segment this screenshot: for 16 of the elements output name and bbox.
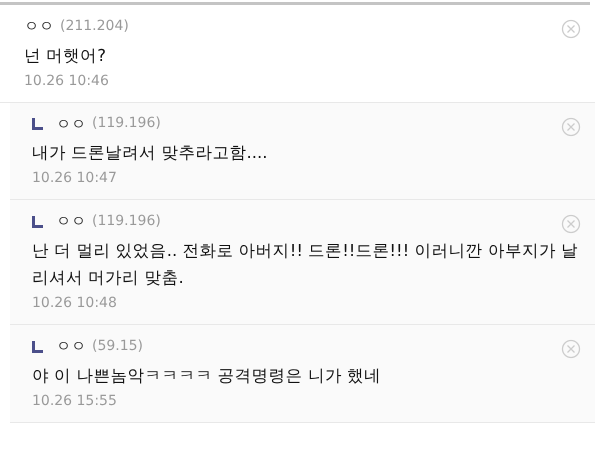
timestamp: 10.26 15:55 bbox=[32, 392, 118, 412]
comment-text: 야 이 나쁜놈악ㅋㅋㅋㅋ 공격명령은 니가 했네 bbox=[32, 364, 382, 387]
comment-text: 난 더 멀리 있었음.. 전화로 아버지!! 드론!!드론!!! 이러니깐 아부지가 날리셔서 머가리 맞춤. bbox=[32, 240, 579, 290]
comment-text: 넌 머햇어? bbox=[24, 44, 108, 66]
comment-text: 내가 드론날려서 맞추라고함.... bbox=[32, 142, 268, 164]
timestamp: 10.26 10:48 bbox=[32, 294, 118, 314]
author-name: ㅇㅇ bbox=[56, 114, 86, 135]
ip-address: (119.196) bbox=[92, 114, 161, 134]
timestamp: 10.26 10:46 bbox=[24, 72, 110, 91]
timestamp: 10.26 10:47 bbox=[32, 169, 118, 188]
ip-address: (59.15) bbox=[92, 337, 144, 356]
author-name: ㅇㅇ bbox=[56, 211, 86, 232]
ip-address: (119.196) bbox=[92, 212, 161, 232]
ip-address: (211.204) bbox=[60, 16, 129, 36]
author-name: ㅇㅇ bbox=[56, 336, 86, 358]
author-name: ㅇㅇ bbox=[24, 16, 54, 37]
